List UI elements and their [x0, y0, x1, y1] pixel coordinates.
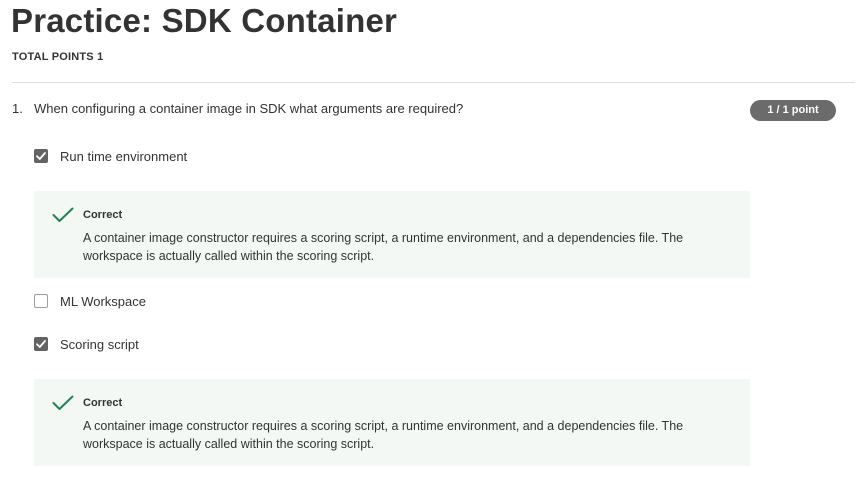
option-scoring-script[interactable]: Scoring script	[34, 335, 139, 353]
feedback-status: Correct	[83, 209, 123, 221]
feedback-text: A container image constructor requires a…	[83, 231, 684, 263]
option-label: ML Workspace	[60, 293, 146, 309]
question-number: 1.	[12, 101, 23, 116]
checkmark-icon	[36, 340, 46, 348]
checkbox-checked[interactable]	[34, 149, 48, 163]
option-label: Scoring script	[60, 336, 139, 352]
score-badge: 1 / 1 point	[750, 100, 836, 121]
feedback-text: A container image constructor requires a…	[83, 419, 684, 451]
feedback-box: Correct A container image constructor re…	[34, 379, 750, 466]
total-points-label: TOTAL POINTS 1	[12, 51, 104, 63]
question-text: When configuring a container image in SD…	[34, 101, 464, 116]
checkbox-unchecked[interactable]	[34, 294, 48, 308]
feedback-box: Correct A container image constructor re…	[34, 191, 750, 278]
option-label: Run time environment	[60, 148, 188, 164]
checkbox-checked[interactable]	[34, 337, 48, 351]
divider	[12, 82, 855, 83]
option-run-time-environment[interactable]: Run time environment	[34, 147, 187, 165]
correct-check-icon	[52, 395, 74, 410]
correct-check-icon	[52, 207, 74, 222]
checkmark-icon	[36, 152, 46, 160]
feedback-status: Correct	[83, 397, 123, 409]
option-ml-workspace[interactable]: ML Workspace	[34, 292, 146, 310]
page-title: Practice: SDK Container	[11, 2, 398, 39]
